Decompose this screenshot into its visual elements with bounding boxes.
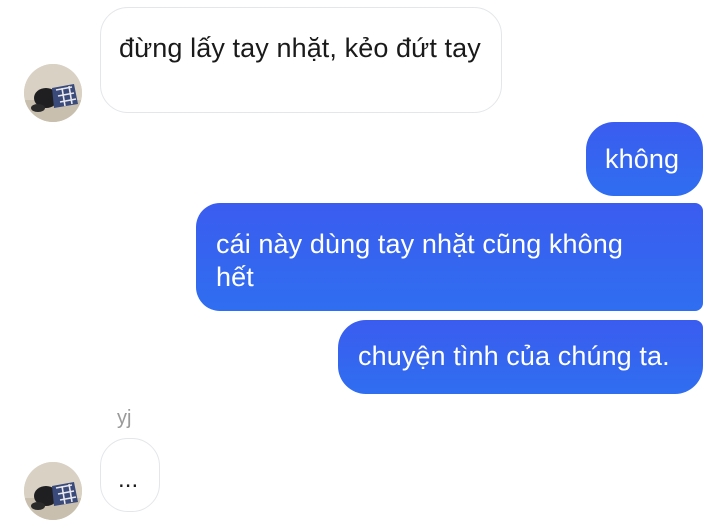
avatar-photo-icon [24, 64, 82, 122]
sender-name: yj [117, 407, 132, 429]
message-bubble-outgoing[interactable]: cái này dùng tay nhặt cũng không hết [196, 203, 703, 311]
message-text: ... [118, 466, 139, 493]
message-bubble-outgoing[interactable]: chuyện tình của chúng ta. [338, 320, 703, 394]
message-bubble-outgoing[interactable]: không [586, 122, 703, 196]
message-text: cái này dùng tay nhặt cũng không hết [216, 229, 623, 292]
message-bubble-incoming[interactable]: ... [100, 438, 160, 512]
message-text: chuyện tình của chúng ta. [358, 341, 670, 371]
avatar[interactable] [24, 462, 82, 520]
message-text: đừng lấy tay nhặt, kẻo đứt tay [119, 33, 481, 63]
message-text: không [605, 144, 680, 174]
avatar[interactable] [24, 64, 82, 122]
avatar-photo-icon [24, 462, 82, 520]
message-bubble-incoming[interactable]: đừng lấy tay nhặt, kẻo đứt tay [100, 7, 502, 113]
